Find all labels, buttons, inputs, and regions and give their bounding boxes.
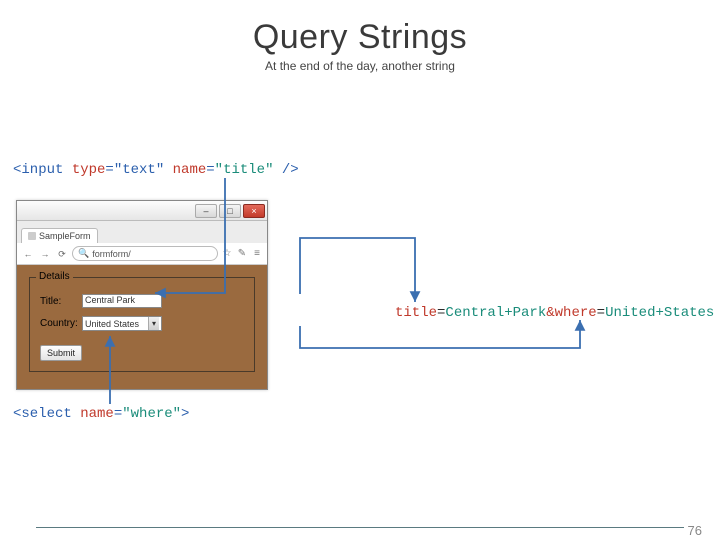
maximize-button[interactable]: □: [219, 204, 241, 218]
code-token: name: [80, 406, 114, 422]
wrench-icon[interactable]: ✎: [236, 248, 248, 260]
title-label: Title:: [40, 296, 78, 307]
code-token: =: [597, 305, 605, 321]
code-select-tag: <select name="where">: [13, 406, 189, 422]
fieldset-legend: Details: [36, 271, 73, 282]
tab-label: SampleForm: [39, 231, 91, 241]
code-token-highlight: "where": [122, 406, 181, 422]
search-icon: 🔍: [78, 248, 89, 259]
close-button[interactable]: ×: [243, 204, 265, 218]
reload-button[interactable]: ⟳: [55, 247, 69, 261]
code-token: <input: [13, 162, 72, 178]
title-input[interactable]: Central Park: [82, 294, 162, 308]
browser-tab[interactable]: SampleForm: [21, 228, 98, 243]
page-number: 76: [688, 523, 702, 538]
browser-window: – □ × SampleForm ← → ⟳ 🔍 formform/ ☆ ✎ ≡…: [16, 200, 268, 390]
url-text: formform/: [92, 249, 131, 259]
menu-icon[interactable]: ≡: [251, 248, 263, 260]
tab-strip: SampleForm: [17, 221, 267, 243]
code-token: name: [173, 162, 207, 178]
toolbar: ← → ⟳ 🔍 formform/ ☆ ✎ ≡: [17, 243, 267, 265]
code-token: =: [206, 162, 214, 178]
submit-button[interactable]: Submit: [40, 345, 82, 361]
code-token: type: [72, 162, 106, 178]
country-row: Country: United States ▾: [40, 316, 244, 331]
page-body: Details Title: Central Park Country: Uni…: [17, 265, 267, 389]
code-token: >: [181, 406, 189, 422]
back-button[interactable]: ←: [21, 247, 35, 261]
address-bar[interactable]: 🔍 formform/: [72, 246, 218, 261]
query-string-text: title=Central+Park&where=United+States: [395, 305, 714, 321]
title-row: Title: Central Park: [40, 294, 244, 308]
select-value: United States: [85, 319, 139, 329]
minimize-button[interactable]: –: [195, 204, 217, 218]
code-token: />: [273, 162, 298, 178]
code-token: "text": [114, 162, 164, 178]
slide-title: Query Strings: [0, 18, 720, 57]
footer-divider: [36, 527, 684, 528]
code-token: United+States: [605, 305, 714, 321]
code-token-highlight: "title": [215, 162, 274, 178]
code-token: [164, 162, 172, 178]
country-label: Country:: [40, 318, 78, 329]
code-token: title: [395, 305, 437, 321]
country-select[interactable]: United States ▾: [82, 316, 162, 331]
code-token: Central+Park: [445, 305, 546, 321]
details-fieldset: Details Title: Central Park Country: Uni…: [29, 277, 255, 372]
code-token: &: [546, 305, 554, 321]
browser-titlebar: – □ ×: [17, 201, 267, 221]
slide-subtitle: At the end of the day, another string: [0, 59, 720, 73]
chevron-down-icon: ▾: [148, 317, 159, 330]
code-token: =: [105, 162, 113, 178]
code-input-tag: <input type="text" name="title" />: [13, 162, 299, 178]
code-token: where: [555, 305, 597, 321]
code-token: <select: [13, 406, 80, 422]
star-icon[interactable]: ☆: [221, 248, 233, 260]
favicon-icon: [28, 232, 36, 240]
code-token: =: [114, 406, 122, 422]
forward-button[interactable]: →: [38, 247, 52, 261]
